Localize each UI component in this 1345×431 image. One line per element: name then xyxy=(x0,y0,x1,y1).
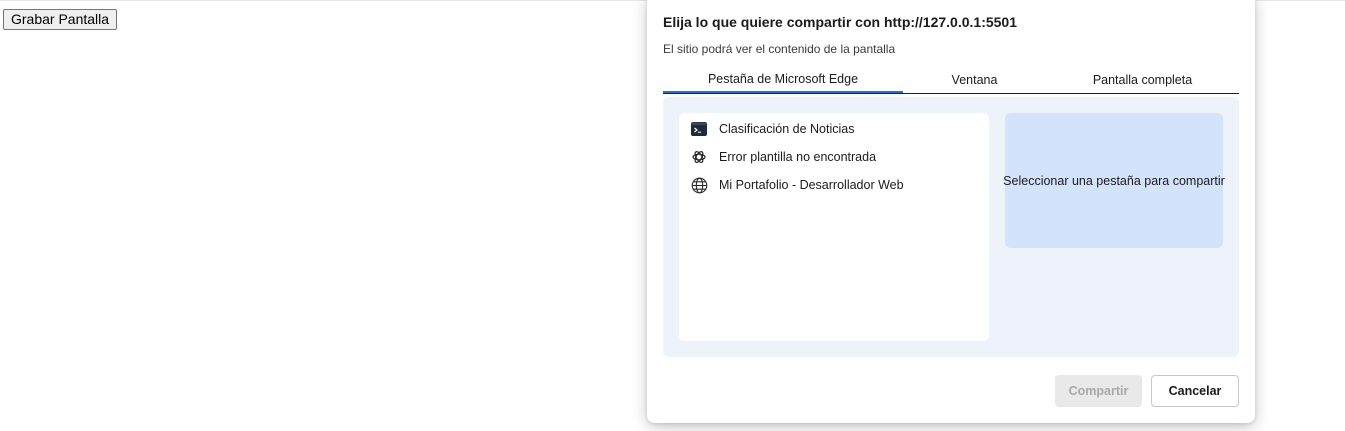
list-item-label: Error plantilla no encontrada xyxy=(719,150,877,164)
cancel-button[interactable]: Cancelar xyxy=(1151,375,1239,407)
globe-icon xyxy=(690,176,708,194)
tab-edge-tab[interactable]: Pestaña de Microsoft Edge xyxy=(663,66,903,93)
openai-icon xyxy=(690,148,708,166)
dialog-title: Elija lo que quiere compartir con http:/… xyxy=(663,14,1017,30)
terminal-icon xyxy=(690,120,708,138)
list-item[interactable]: Mi Portafolio - Desarrollador Web xyxy=(679,171,989,199)
dialog-subtitle: El sitio podrá ver el contenido de la pa… xyxy=(663,42,896,56)
browser-tab-list: Clasificación de Noticias Error plantill… xyxy=(679,113,989,341)
tab-full-screen[interactable]: Pantalla completa xyxy=(1046,66,1239,93)
share-button[interactable]: Compartir xyxy=(1055,375,1142,407)
list-item[interactable]: Error plantilla no encontrada xyxy=(679,143,989,171)
record-screen-button[interactable]: Grabar Pantalla xyxy=(3,9,118,30)
source-panel: Clasificación de Noticias Error plantill… xyxy=(663,97,1239,357)
preview-text: Seleccionar una pestaña para compartir xyxy=(1003,173,1225,188)
list-item[interactable]: Clasificación de Noticias xyxy=(679,115,989,143)
tab-window[interactable]: Ventana xyxy=(903,66,1046,93)
share-screen-dialog: Elija lo que quiere compartir con http:/… xyxy=(647,0,1255,423)
list-item-label: Mi Portafolio - Desarrollador Web xyxy=(719,178,904,192)
source-tabs: Pestaña de Microsoft Edge Ventana Pantal… xyxy=(663,66,1239,94)
list-item-label: Clasificación de Noticias xyxy=(719,122,855,136)
share-preview: Seleccionar una pestaña para compartir xyxy=(1003,113,1225,248)
